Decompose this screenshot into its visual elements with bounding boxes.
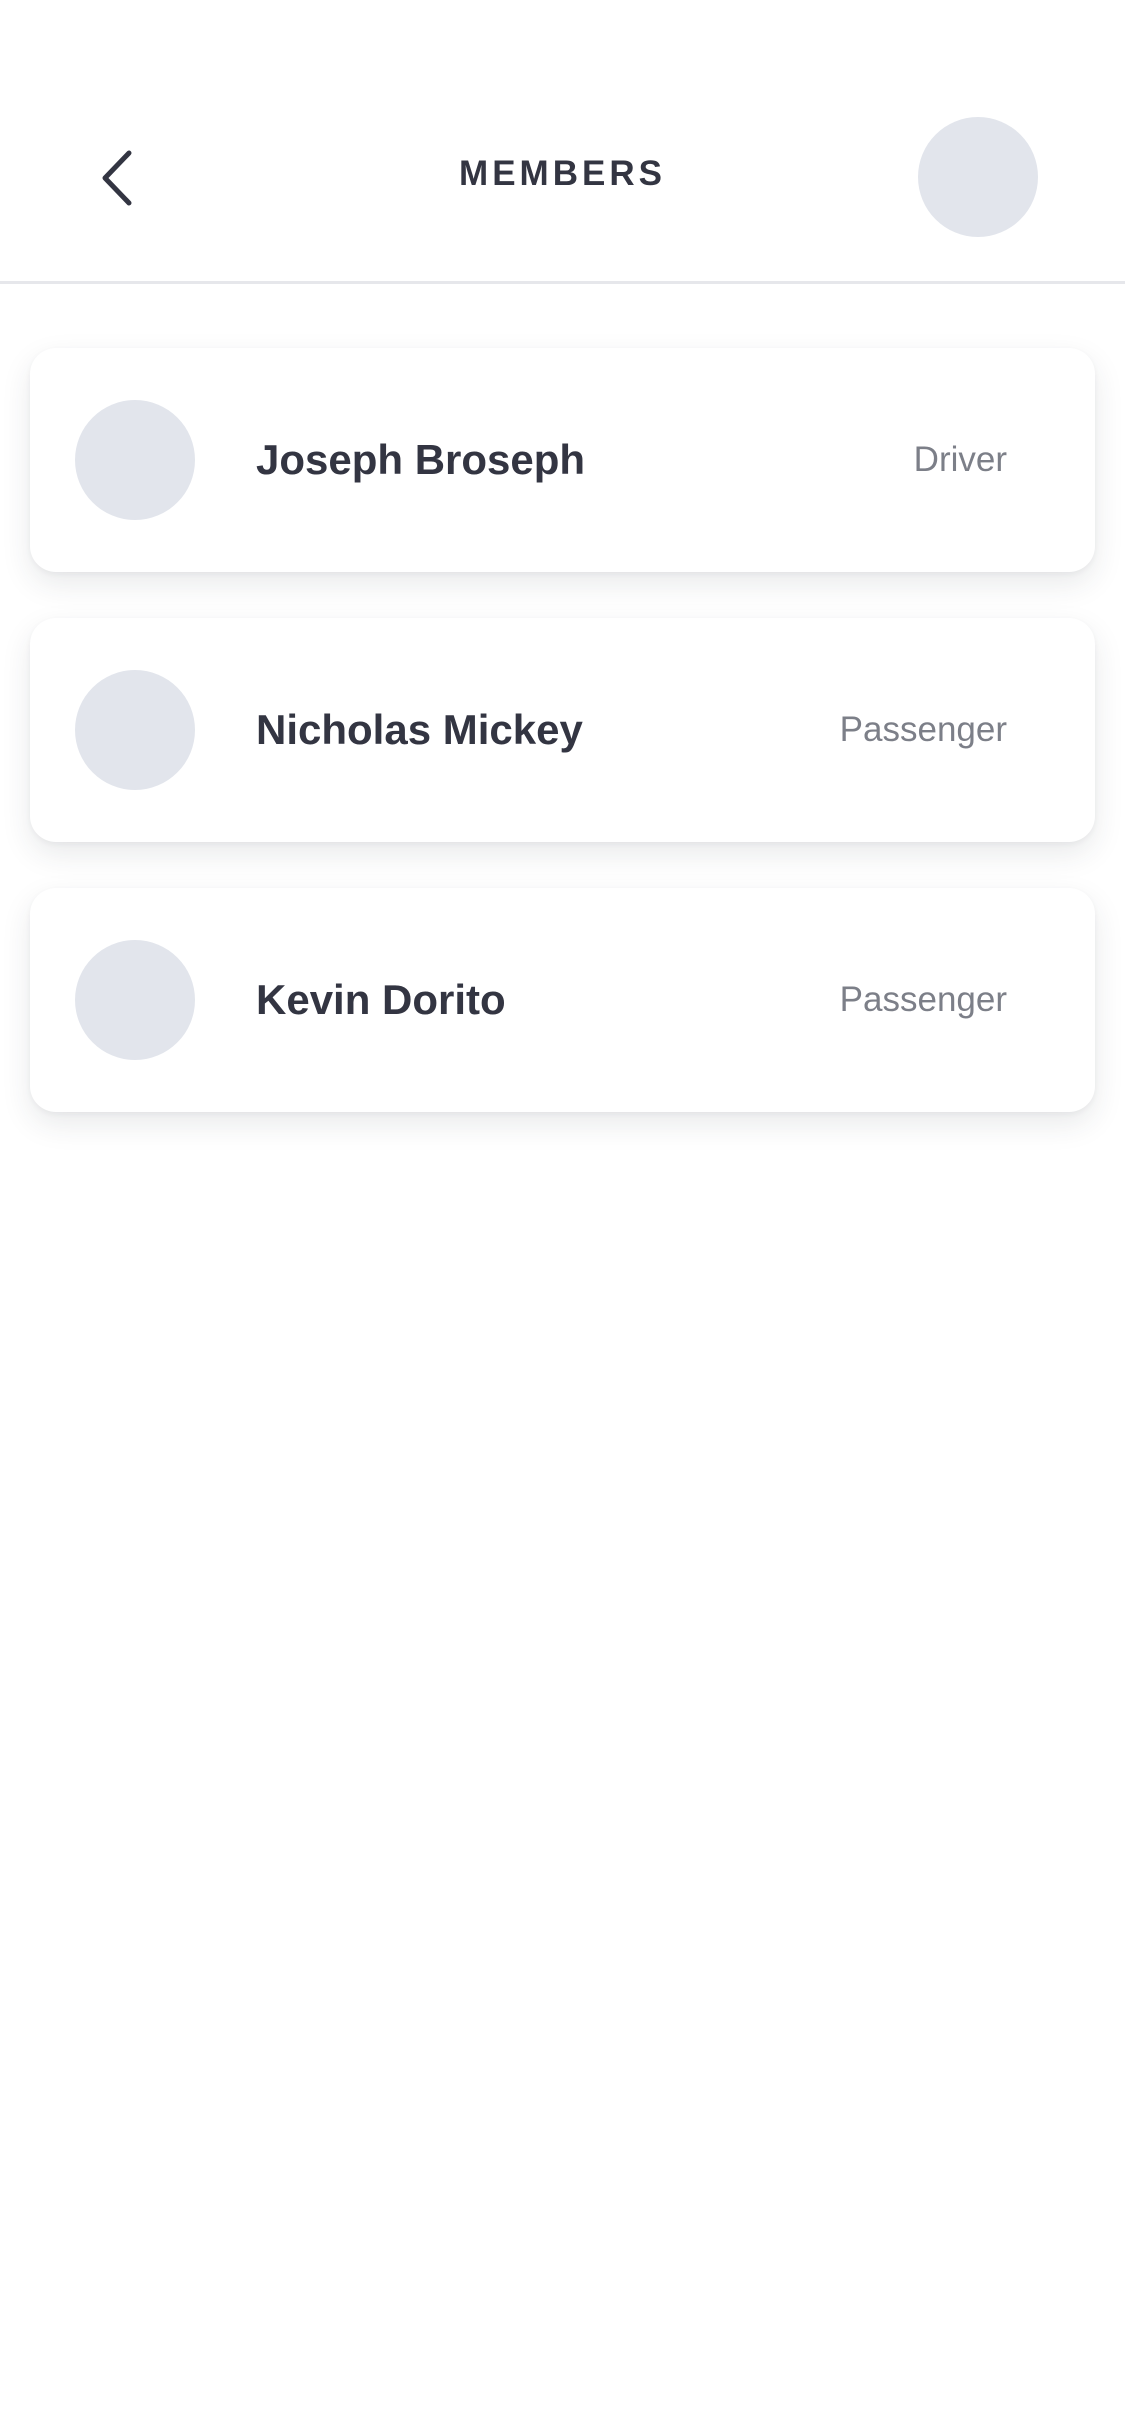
profile-avatar[interactable] [918,117,1038,237]
member-avatar [75,670,195,790]
member-role: Passenger [839,980,1007,1019]
member-card[interactable]: Nicholas Mickey Passenger [30,618,1095,842]
member-name: Joseph Broseph [256,436,586,483]
member-avatar [75,400,195,520]
member-card[interactable]: Joseph Broseph Driver [30,348,1095,572]
member-avatar [75,940,195,1060]
member-name: Nicholas Mickey [256,706,583,753]
member-card[interactable]: Kevin Dorito Passenger [30,888,1095,1112]
member-role: Driver [913,440,1007,479]
member-role: Passenger [839,710,1007,749]
top-navigation-bar: MEMBERS [0,0,1125,284]
member-name: Kevin Dorito [256,976,506,1023]
